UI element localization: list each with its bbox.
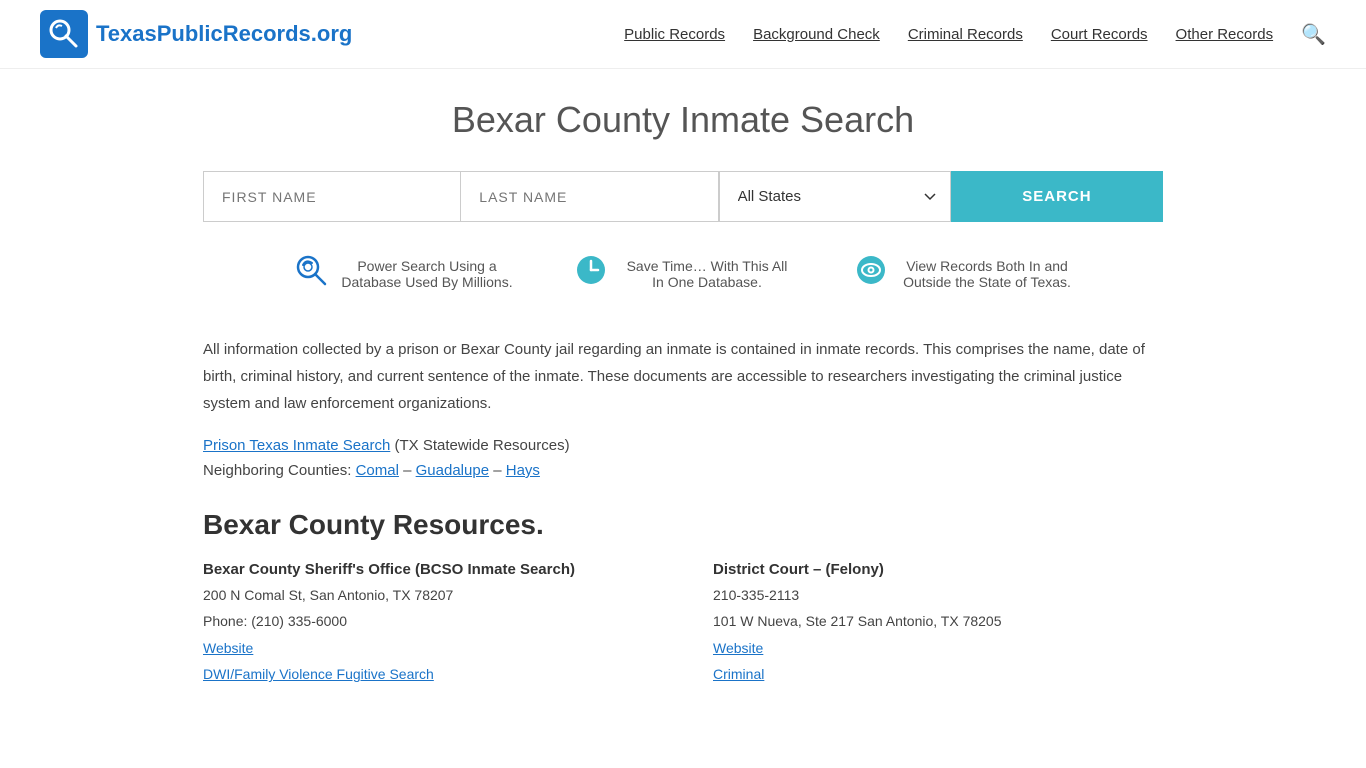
resources-title: Bexar County Resources. [203,509,1163,541]
feature-save-time: Save Time… With This All In One Database… [573,252,793,296]
feature-view-records: View Records Both In and Outside the Sta… [853,252,1073,296]
search-icon[interactable]: 🔍 [1301,22,1326,47]
page-title: Bexar County Inmate Search [203,99,1163,141]
district-court-criminal-link[interactable]: Criminal [713,666,764,682]
sheriffs-phone: Phone: (210) 335-6000 [203,610,653,632]
nav-other-records[interactable]: Other Records [1176,26,1274,43]
sheriffs-website-link[interactable]: Website [203,640,253,656]
logo-text: TexasPublicRecords.org [96,21,352,47]
sheriffs-address: 200 N Comal St, San Antonio, TX 78207 [203,584,653,606]
hays-link[interactable]: Hays [506,462,540,479]
prison-search-line: Prison Texas Inmate Search (TX Statewide… [203,437,1163,454]
comal-link[interactable]: Comal [356,462,399,479]
eye-icon [853,252,889,296]
nav-public-records[interactable]: Public Records [624,26,725,43]
logo-icon [40,10,88,58]
description-text: All information collected by a prison or… [203,336,1163,417]
feature-save-time-text: Save Time… With This All In One Database… [621,258,793,290]
links-section: Prison Texas Inmate Search (TX Statewide… [203,437,1163,479]
nav-background-check[interactable]: Background Check [753,26,880,43]
state-select[interactable]: All States Alabama Alaska Arizona Arkans… [719,171,951,222]
last-name-input[interactable] [460,171,718,222]
nav-court-records[interactable]: Court Records [1051,26,1148,43]
district-court-phone: 210-335-2113 [713,584,1163,606]
prison-search-link[interactable]: Prison Texas Inmate Search [203,437,390,454]
feature-power-search: Power Search Using a Database Used By Mi… [293,252,513,296]
nav-criminal-records[interactable]: Criminal Records [908,26,1023,43]
resources-grid: Bexar County Sheriff's Office (BCSO Inma… [203,561,1163,690]
resource-district-court: District Court – (Felony) 210-335-2113 1… [713,561,1163,690]
first-name-input[interactable] [203,171,460,222]
sheriffs-heading: Bexar County Sheriff's Office (BCSO Inma… [203,561,653,578]
search-bar: All States Alabama Alaska Arizona Arkans… [203,171,1163,222]
site-logo[interactable]: TexasPublicRecords.org [40,10,352,58]
neighboring-counties-line: Neighboring Counties: Comal – Guadalupe … [203,462,1163,479]
main-nav: Public Records Background Check Criminal… [624,22,1326,47]
feature-power-search-text: Power Search Using a Database Used By Mi… [341,258,513,290]
neighboring-label: Neighboring Counties: [203,462,356,479]
clock-icon [573,252,609,296]
district-court-website-link[interactable]: Website [713,640,763,656]
district-court-heading: District Court – (Felony) [713,561,1163,578]
site-header: TexasPublicRecords.org Public Records Ba… [0,0,1366,69]
resource-sheriffs-office: Bexar County Sheriff's Office (BCSO Inma… [203,561,653,690]
prison-search-suffix: (TX Statewide Resources) [390,437,569,454]
dwi-search-link[interactable]: DWI/Family Violence Fugitive Search [203,666,434,682]
guadalupe-link[interactable]: Guadalupe [416,462,489,479]
search-button[interactable]: SEARCH [951,171,1163,222]
main-content: Bexar County Inmate Search All States Al… [183,69,1183,720]
power-search-icon [293,252,329,296]
feature-view-records-text: View Records Both In and Outside the Sta… [901,258,1073,290]
features-section: Power Search Using a Database Used By Mi… [203,252,1163,296]
district-court-address: 101 W Nueva, Ste 217 San Antonio, TX 782… [713,610,1163,632]
